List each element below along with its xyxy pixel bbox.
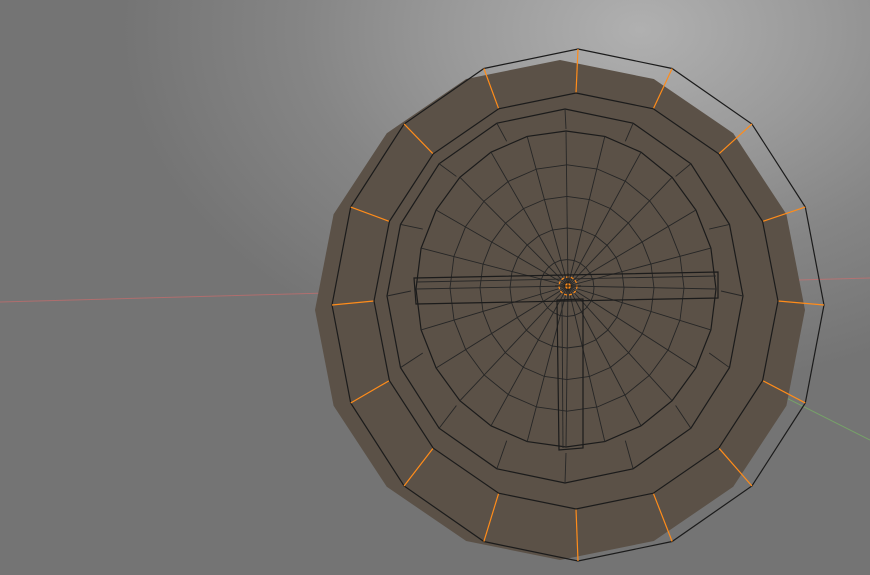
cylinder-mesh-object[interactable] (315, 48, 825, 562)
scene-canvas[interactable] (0, 0, 870, 575)
3d-viewport[interactable] (0, 0, 870, 575)
